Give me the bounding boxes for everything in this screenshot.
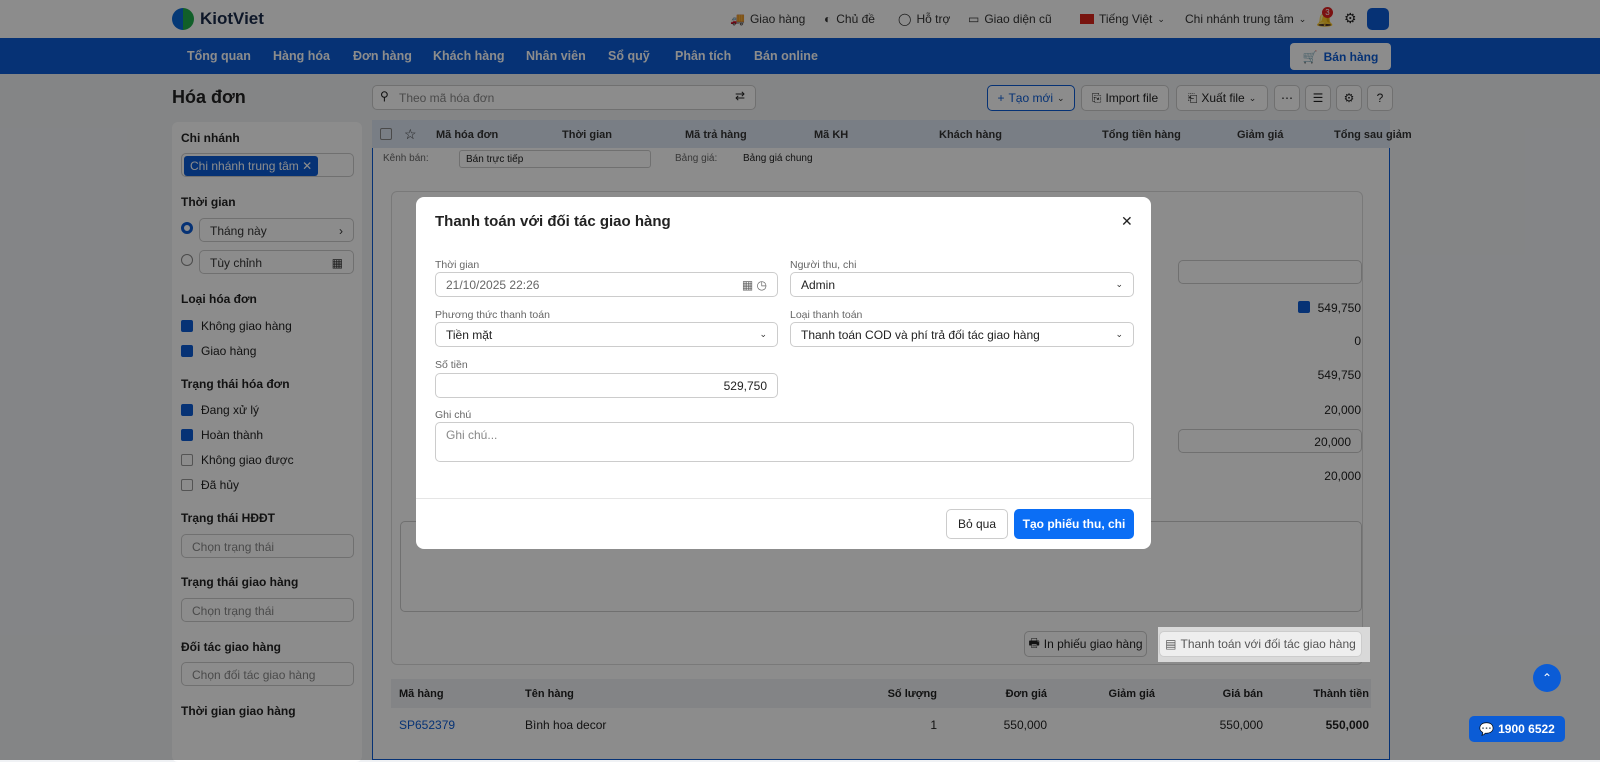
amount-input[interactable]: 529,750 xyxy=(435,373,778,398)
time-value: 21/10/2025 22:26 xyxy=(446,277,540,292)
calculator-icon: ▤ xyxy=(1165,637,1177,651)
chevron-down-icon: ⌄ xyxy=(1115,329,1123,339)
chat-icon: 💬 xyxy=(1479,722,1495,736)
paytype-label: Loại thanh toán xyxy=(790,309,863,321)
method-select[interactable]: Tiền mặt ⌄ xyxy=(435,322,778,347)
cancel-button[interactable]: Bỏ qua xyxy=(946,509,1008,539)
payer-label: Người thu, chi xyxy=(790,259,857,271)
amount-label: Số tiền xyxy=(435,359,468,371)
hotline-number: 1900 6522 xyxy=(1498,722,1555,736)
payer-value: Admin xyxy=(801,277,836,292)
scroll-top-button[interactable]: ⌃ xyxy=(1533,664,1561,692)
paytype-value: Thanh toán COD và phí trả đối tác giao h… xyxy=(801,327,1040,342)
note-input[interactable]: Ghi chú... xyxy=(435,422,1134,462)
chevron-down-icon: ⌄ xyxy=(1115,279,1123,289)
paytype-select[interactable]: Thanh toán COD và phí trả đối tác giao h… xyxy=(790,322,1134,347)
calendar-clock-icon[interactable]: ▦ ◷ xyxy=(742,278,767,292)
time-label: Thời gian xyxy=(435,259,480,271)
hotline-button[interactable]: 💬 1900 6522 xyxy=(1469,716,1565,742)
payment-modal: Thanh toán với đối tác giao hàng ✕ Thời … xyxy=(416,197,1151,549)
method-value: Tiền mặt xyxy=(446,327,493,342)
modal-title: Thanh toán với đối tác giao hàng xyxy=(435,213,671,230)
divider xyxy=(416,498,1151,499)
time-input[interactable]: 21/10/2025 22:26 ▦ ◷ xyxy=(435,272,778,297)
note-placeholder: Ghi chú... xyxy=(446,428,498,442)
method-label: Phương thức thanh toán xyxy=(435,309,550,321)
note-label: Ghi chú xyxy=(435,409,472,421)
close-icon[interactable]: ✕ xyxy=(1121,213,1133,230)
submit-button[interactable]: Tạo phiếu thu, chi xyxy=(1014,509,1134,539)
chevron-down-icon: ⌄ xyxy=(759,329,767,339)
pay-partner-button[interactable]: ▤ Thanh toán với đối tác giao hàng xyxy=(1159,631,1362,657)
pay-label: Thanh toán với đối tác giao hàng xyxy=(1180,637,1356,651)
amount-value: 529,750 xyxy=(723,378,767,393)
payer-select[interactable]: Admin ⌄ xyxy=(790,272,1134,297)
